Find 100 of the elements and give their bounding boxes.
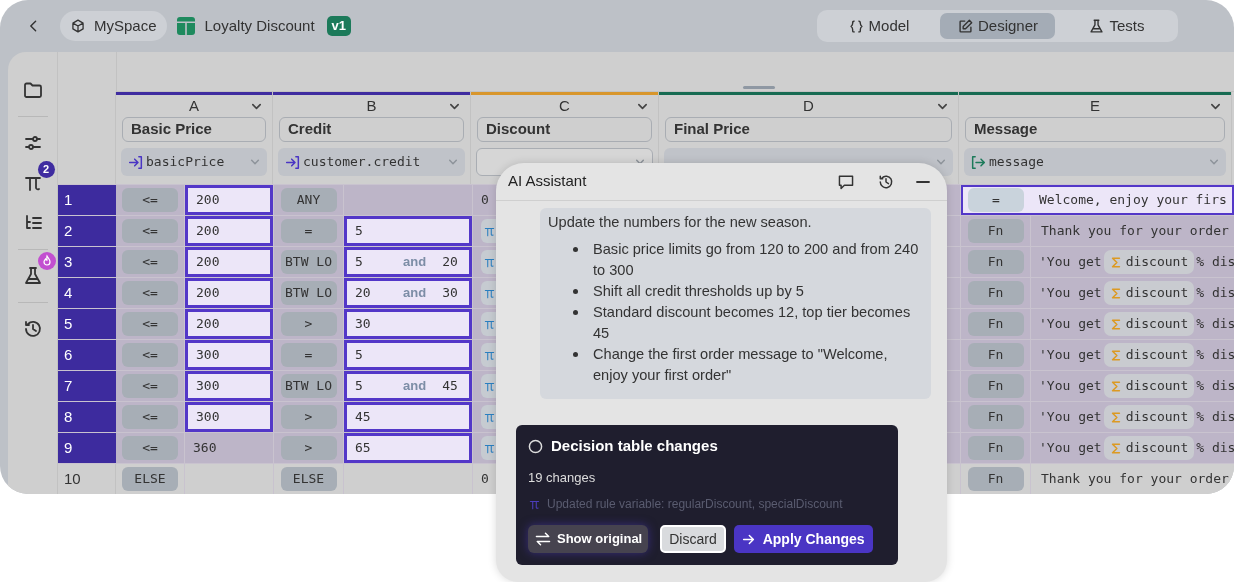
operator-chip[interactable]: = (968, 188, 1024, 212)
operator-chip[interactable]: ANY (280, 188, 337, 212)
operator-chip[interactable]: Fn (967, 312, 1024, 336)
view-tab[interactable]: Designer (940, 13, 1055, 39)
variable-select[interactable]: message (964, 148, 1226, 176)
value-cell[interactable]: 300 (185, 340, 273, 370)
operator-chip[interactable]: > (280, 312, 337, 336)
template-text: % dis (1196, 377, 1234, 396)
history-icon[interactable] (877, 172, 895, 191)
operator-chip[interactable]: BTW LO (280, 374, 337, 398)
value-cell[interactable]: 200 (185, 247, 273, 277)
rule-variable-chip[interactable] (481, 343, 496, 367)
operator-chip[interactable]: <= (122, 343, 178, 367)
range-from: 5 (355, 377, 364, 396)
resize-handle[interactable] (743, 86, 775, 89)
operator-chip[interactable]: > (280, 405, 337, 429)
row-number[interactable]: 9 (58, 433, 116, 463)
chevron-down-icon[interactable] (449, 101, 460, 112)
operator-chip[interactable]: <= (122, 250, 178, 274)
rule-variable-chip[interactable] (481, 436, 496, 460)
discard-button[interactable]: Discard (660, 525, 726, 553)
row-number[interactable]: 5 (58, 309, 116, 339)
row-number[interactable]: 2 (58, 216, 116, 246)
value-cell[interactable]: 300 (185, 371, 273, 401)
value-cell[interactable]: 200 (185, 309, 273, 339)
operator-chip[interactable]: Fn (967, 405, 1024, 429)
operator-chip[interactable]: Fn (967, 467, 1024, 491)
operator-chip[interactable]: <= (122, 281, 178, 305)
row-number[interactable]: 4 (58, 278, 116, 308)
operator-chip[interactable]: = (280, 219, 337, 243)
value-cell[interactable]: 5 (344, 216, 472, 246)
chevron-down-icon[interactable] (251, 101, 262, 112)
value-cell[interactable]: 65 (344, 433, 472, 463)
operator-chip[interactable]: > (280, 436, 337, 460)
operator-chip[interactable]: <= (122, 219, 178, 243)
output-cell[interactable]: = Welcome, enjoy your firs (961, 185, 1234, 215)
chevron-down-icon[interactable] (1210, 101, 1221, 112)
row-number[interactable]: 1 (58, 185, 116, 215)
row-number[interactable]: 6 (58, 340, 116, 370)
operator-chip[interactable]: <= (122, 436, 178, 460)
row-number[interactable]: 7 (58, 371, 116, 401)
rule-variable-chip[interactable] (481, 219, 496, 243)
row-number[interactable]: 8 (58, 402, 116, 432)
variable-reference[interactable]: discount (1103, 343, 1195, 367)
value-cell[interactable]: 5 and 20 (344, 247, 472, 277)
variable-reference[interactable]: discount (1103, 405, 1195, 429)
column-label-field[interactable]: Basic Price (122, 117, 266, 142)
operator-chip[interactable]: = (280, 343, 337, 367)
chevron-down-icon[interactable] (637, 101, 648, 112)
operator-chip[interactable]: ELSE (280, 467, 337, 491)
arrow-right-icon (741, 532, 755, 546)
value-cell[interactable]: 5 and 45 (344, 371, 472, 401)
rule-variable-chip[interactable] (481, 312, 496, 336)
rule-variable-chip[interactable] (481, 250, 496, 274)
operator-chip[interactable]: ELSE (122, 467, 178, 491)
value-cell[interactable]: 200 (185, 278, 273, 308)
variable-reference[interactable]: discount (1103, 374, 1195, 398)
variable-reference[interactable]: discount (1103, 281, 1195, 305)
view-tab[interactable]: Model (821, 13, 936, 39)
operator-chip[interactable]: <= (122, 405, 178, 429)
variable-reference[interactable]: discount (1103, 250, 1195, 274)
operator-chip[interactable]: BTW LO (280, 281, 337, 305)
column-letter: A (189, 95, 199, 116)
column-label-field[interactable]: Final Price (665, 117, 952, 142)
value-cell[interactable]: 300 (185, 402, 273, 432)
rule-variable-chip[interactable] (481, 405, 496, 429)
column-label-field[interactable]: Credit (279, 117, 464, 142)
operator-chip[interactable]: <= (122, 188, 178, 212)
chevron-down-icon[interactable] (937, 101, 948, 112)
view-tab[interactable]: Tests (1059, 13, 1174, 39)
variable-reference[interactable]: discount (1103, 312, 1195, 336)
operator-chip[interactable]: <= (122, 374, 178, 398)
show-original-button[interactable]: Show original (528, 525, 649, 553)
operator-chip[interactable]: Fn (967, 374, 1024, 398)
value-cell[interactable]: 30 (344, 309, 472, 339)
row-number[interactable]: 3 (58, 247, 116, 277)
workspace-pill[interactable]: MySpace (60, 11, 167, 41)
variable-reference[interactable]: discount (1103, 436, 1195, 460)
variable-select[interactable]: basicPrice (121, 148, 267, 176)
operator-chip[interactable]: Fn (967, 250, 1024, 274)
variable-select[interactable]: customer.credit (278, 148, 465, 176)
value-cell[interactable]: 360 (185, 433, 273, 463)
operator-chip[interactable]: Fn (967, 281, 1024, 305)
operator-chip[interactable]: Fn (967, 436, 1024, 460)
operator-chip[interactable]: BTW LO (280, 250, 337, 274)
cube-icon (70, 18, 86, 34)
rule-variable-chip[interactable] (481, 281, 496, 305)
value-cell[interactable]: 45 (344, 402, 472, 432)
value-cell[interactable]: 200 (185, 216, 273, 246)
row-number[interactable]: 10 (58, 464, 116, 494)
apply-changes-button[interactable]: Apply Changes (733, 525, 873, 553)
column-label-field[interactable]: Discount (477, 117, 652, 142)
column-label-field[interactable]: Message (965, 117, 1225, 142)
operator-chip[interactable]: Fn (967, 343, 1024, 367)
rule-variable-chip[interactable] (481, 374, 496, 398)
value-cell[interactable]: 20 and 30 (344, 278, 472, 308)
operator-chip[interactable]: <= (122, 312, 178, 336)
operator-chip[interactable]: Fn (967, 219, 1024, 243)
value-cell[interactable]: 200 (185, 185, 273, 215)
value-cell[interactable]: 5 (344, 340, 472, 370)
